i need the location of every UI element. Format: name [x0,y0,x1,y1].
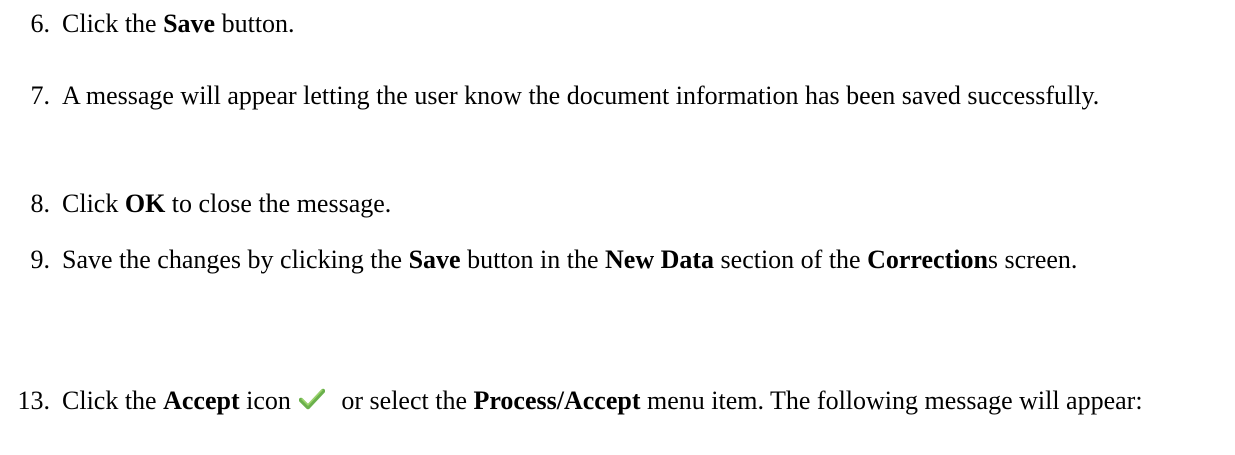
process-accept-menu-ref: Process/Accept [473,386,641,415]
step-number: 7. [30,81,51,110]
step-number: 6. [30,9,51,38]
ok-button-ref: OK [124,189,166,218]
save-button-ref: Save [163,9,216,38]
accept-ref: Accept [163,386,240,415]
step-text: Save the changes by clicking the Save bu… [62,245,1078,274]
step-number: 9. [30,245,51,274]
step-text: A message will appear letting the user k… [62,81,1100,110]
save-button-ref: Save [408,245,461,274]
checkmark-icon [298,388,325,410]
step-text: Click the Save button. [62,9,295,38]
step-text: Click the Accept icon or select the Proc… [62,386,1143,415]
corrections-screen-ref: Correction [867,245,988,274]
step-number: 8. [30,189,51,218]
new-data-section-ref: New Data [605,245,715,274]
step-number: 13. [17,386,51,415]
step-text: Click OK to close the message. [62,189,392,218]
